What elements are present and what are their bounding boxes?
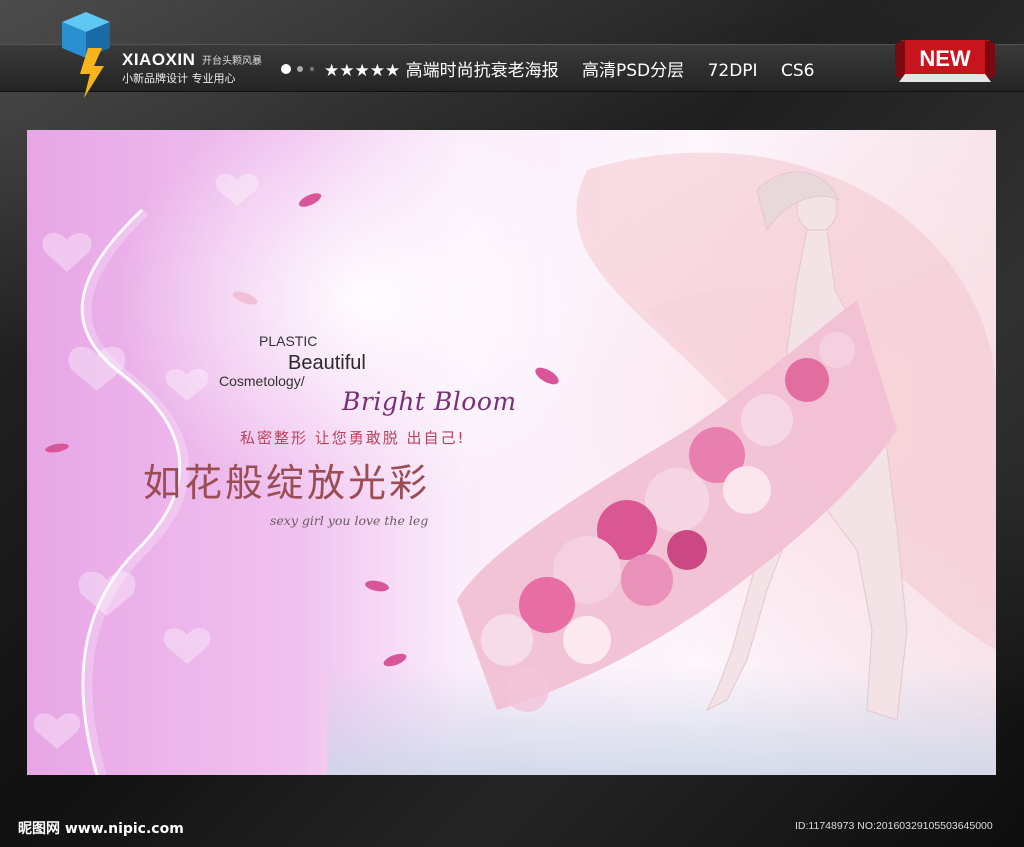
brand-slogan: 小新品牌设计 专业用心 [122,72,236,85]
footer-site-link[interactable]: 昵图网 www.nipic.com [18,818,184,838]
poster-slogan: 私密整形 让您勇敢脱 出自己! [240,429,466,447]
bright-bloom-title: Bright Bloom [342,387,517,416]
header-tagline: ★★★★★ 高端时尚抗衰老海报 高清PSD分层 72DPI CS6 [324,56,832,81]
tagline-dpi: 72DPI [707,61,758,81]
script-line: sexy girl you love the leg [270,513,429,528]
brand-subtitle: 开台头颗风暴 [202,56,262,67]
tagline-title: ★★★★★ 高端时尚抗衰老海报 [324,61,559,81]
poster-artwork: PLASTIC Beautiful Cosmetology/ Bright Bl… [27,130,996,775]
cosmetology-label: Cosmetology/ [219,373,305,389]
beautiful-label: Beautiful [288,352,366,374]
poster-headline: 如花般绽放光彩 [143,461,431,505]
brand-name: XIAOXIN [122,50,196,69]
tagline-version: CS6 [780,61,815,81]
footer-image-id: ID:11748973 NO:20160329105503645000 [795,820,993,832]
tagline-psd: 高清PSD分层 [582,61,685,81]
plastic-label: PLASTIC [259,333,318,349]
flower-gown [457,300,897,712]
decorative-dots [281,64,314,74]
new-badge-label: NEW [919,46,971,71]
new-badge: NEW [895,40,995,82]
logo-icon [62,12,110,98]
